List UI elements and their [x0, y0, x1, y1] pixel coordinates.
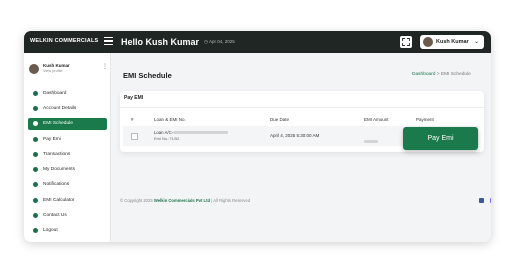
calculator-icon [33, 197, 38, 203]
sidebar-item-pay-emi[interactable]: Pay Emi [28, 132, 107, 147]
chevron-down-icon: ⌄ [474, 39, 480, 45]
rupee-icon [33, 136, 38, 142]
document-icon [33, 167, 38, 173]
schedule-icon [33, 121, 38, 127]
card-title: Pay EMI [124, 95, 144, 101]
footer-prefix: © Copyright 2025 [120, 198, 154, 203]
redacted-account-number [173, 131, 229, 135]
loan-account-prefix: Loan A/C- [154, 130, 174, 135]
sidebar-item-emi-schedule[interactable]: EMI Schedule [28, 117, 107, 130]
sidebar-item-label: My Documents [43, 167, 75, 173]
sidebar-item-notifications[interactable]: Notifications [28, 177, 107, 192]
sidebar-profile[interactable]: Kush Kumar View profile ⋮ [29, 63, 109, 77]
column-header-payment: Payment [416, 117, 434, 122]
sidebar-item-account-details[interactable]: Account Details [28, 101, 107, 116]
sidebar-item-label: Transactions [43, 151, 71, 157]
pay-emi-button[interactable]: Pay Emi [403, 127, 478, 150]
footer-copyright: © Copyright 2025 Welkin Commercials Pvt … [120, 198, 250, 203]
mail-icon [33, 213, 38, 219]
user-name: Kush Kumar [436, 39, 469, 45]
profile-name: Kush Kumar [43, 63, 70, 68]
fullscreen-button[interactable] [400, 36, 412, 48]
sidebar-item-label: Account Details [43, 106, 77, 112]
divider [120, 107, 484, 108]
sidebar-item-logout[interactable]: Logout [28, 223, 107, 238]
profile-link[interactable]: View profile [43, 69, 63, 73]
sidebar-nav: Dashboard Account Details EMI Schedule P… [28, 86, 107, 239]
sidebar-item-label: EMI Schedule [43, 121, 73, 127]
dashboard-icon [33, 91, 38, 96]
brand-bold: WELKIN [30, 38, 53, 44]
row-checkbox[interactable] [131, 133, 138, 140]
breadcrumb-current: EMI Schedule [440, 72, 471, 77]
sidebar-item-transactions[interactable]: Transactions [28, 147, 107, 162]
facebook-icon[interactable] [479, 198, 484, 203]
sidebar-item-dashboard[interactable]: Dashboard [28, 86, 107, 101]
loan-account: Loan A/C- [154, 130, 229, 135]
header-date: ◷ Apr 04, 2025 [204, 39, 235, 45]
emi-amount [364, 133, 378, 151]
column-header-emi-amount: EMI Amount [364, 117, 389, 122]
breadcrumb: Dashboard > EMI Schedule [412, 72, 471, 77]
header-date-text: Apr 04, 2025 [208, 39, 235, 44]
top-bar: WELKIN COMMERCIALS Hello Kush Kumar ◷ Ap… [24, 31, 491, 53]
logout-icon [33, 228, 38, 234]
sidebar-item-contact-us[interactable]: Contact Us [28, 208, 107, 223]
transactions-icon [33, 151, 38, 157]
due-date: April 4, 2025 5:30:00 AM [270, 133, 320, 138]
sidebar: Kush Kumar View profile ⋮ Dashboard Acco… [24, 53, 111, 242]
column-header-index: # [131, 117, 134, 122]
brand-logo[interactable]: WELKIN COMMERCIALS [30, 38, 98, 44]
kebab-menu-icon[interactable]: ⋮ [102, 63, 108, 70]
column-header-loan: Loan & EMI No. [154, 117, 186, 122]
sidebar-item-emi-calculator[interactable]: EMI Calculator [28, 193, 107, 208]
sidebar-item-label: Contact Us [43, 213, 67, 219]
instagram-icon[interactable] [490, 198, 491, 203]
sidebar-item-label: Pay Emi [43, 136, 61, 142]
sidebar-item-label: Dashboard [43, 91, 67, 96]
sidebar-item-label: EMI Calculator [43, 197, 75, 203]
sidebar-item-my-documents[interactable]: My Documents [28, 162, 107, 177]
sidebar-item-label: Notifications [43, 182, 70, 188]
breadcrumb-dashboard-link[interactable]: Dashboard [412, 72, 435, 77]
redacted-amount [364, 140, 378, 144]
hamburger-menu-icon[interactable] [104, 37, 113, 45]
brand-rest: COMMERCIALS [52, 38, 99, 44]
bell-icon [33, 182, 38, 188]
greeting-title: Hello Kush Kumar [121, 37, 200, 47]
user-icon [33, 106, 38, 112]
footer-suffix: | All Rights Reserved [210, 198, 251, 203]
profile-avatar [29, 64, 39, 74]
fullscreen-icon [402, 38, 410, 46]
avatar [423, 37, 433, 47]
sidebar-item-label: Logout [43, 228, 58, 234]
column-header-due-date: Due Date [270, 117, 290, 122]
page-title: EMI Schedule [123, 71, 172, 80]
emi-number: Emi No.:71/52 [154, 136, 180, 141]
user-menu-button[interactable]: Kush Kumar ⌄ [420, 35, 484, 49]
footer-company-link[interactable]: Welkin Commercials Pvt Ltd [154, 198, 210, 203]
